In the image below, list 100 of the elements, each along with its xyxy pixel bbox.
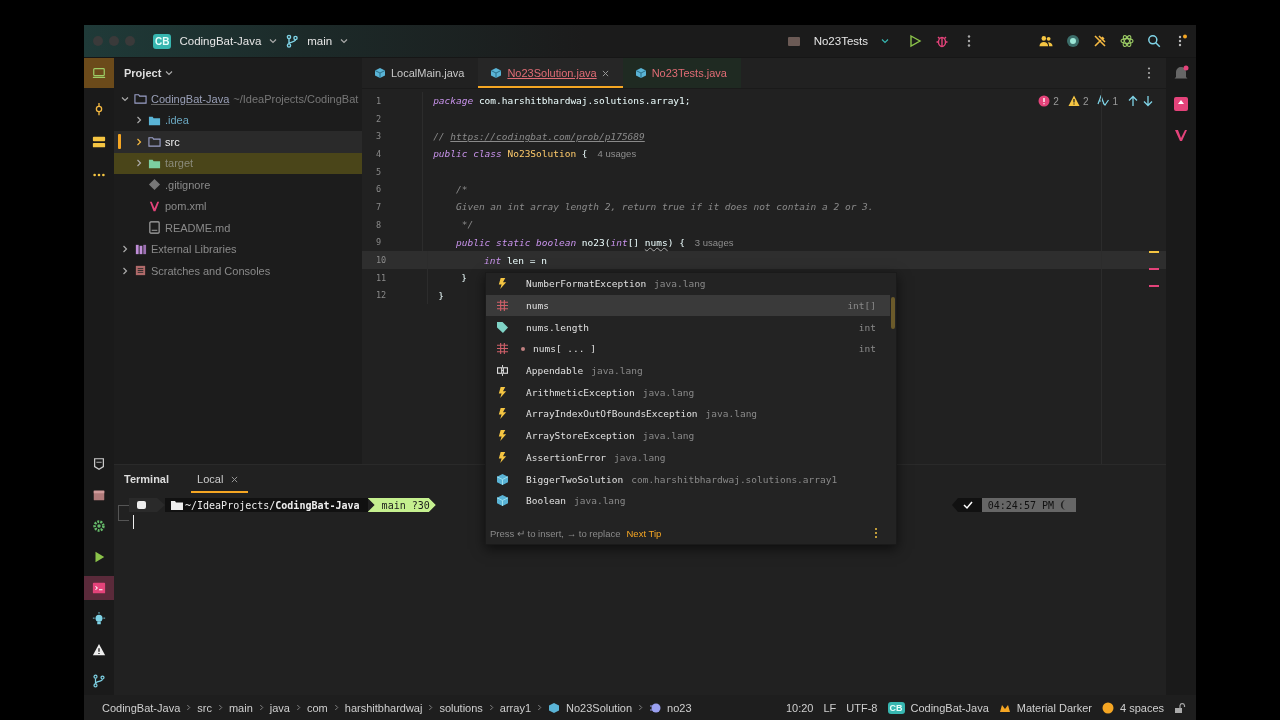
chevron-down-icon[interactable] bbox=[165, 70, 174, 76]
line-number: 1 bbox=[376, 95, 382, 106]
close-icon[interactable] bbox=[601, 69, 609, 77]
caret-position[interactable]: 10:20 bbox=[785, 701, 814, 714]
list-icon bbox=[134, 264, 147, 278]
debug-icon[interactable] bbox=[935, 34, 949, 48]
completion-item[interactable]: ArrayStoreException java.lang bbox=[486, 424, 890, 447]
line-number: 7 bbox=[376, 201, 382, 212]
typo-icon bbox=[1097, 95, 1110, 107]
close-icon[interactable] bbox=[231, 475, 239, 483]
code-line: public static boolean no23(int[] nums) { bbox=[455, 236, 685, 248]
git-file-icon bbox=[148, 178, 161, 192]
chevron-icon[interactable] bbox=[134, 158, 144, 169]
line-number: 5 bbox=[376, 166, 382, 177]
record-icon[interactable] bbox=[1066, 34, 1080, 48]
file-encoding[interactable]: UTF-8 bbox=[846, 701, 878, 714]
chevron-down-icon[interactable] bbox=[881, 38, 889, 44]
completion-item[interactable]: ArrayIndexOutOfBoundsException java.lang bbox=[486, 403, 890, 425]
terminal-tool-icon[interactable] bbox=[84, 576, 114, 600]
code-line: } bbox=[460, 272, 467, 284]
completion-item[interactable]: nums[ ... ] int bbox=[486, 338, 890, 360]
chevron-icon[interactable] bbox=[134, 136, 144, 147]
atom-icon[interactable] bbox=[1120, 34, 1134, 48]
chevron-down-icon[interactable] bbox=[340, 38, 349, 44]
usages-hint[interactable]: 3 usages bbox=[694, 236, 734, 248]
completion-item[interactable]: Appendable java.lang bbox=[486, 359, 890, 382]
people-icon[interactable] bbox=[1039, 34, 1053, 48]
code-line: Given an int array length 2, return true if it does not contain a 2 or 3. bbox=[455, 201, 874, 213]
breadcrumb[interactable]: CodingBat-Java bbox=[102, 701, 181, 714]
chevron-icon[interactable] bbox=[134, 115, 144, 126]
run-icon[interactable] bbox=[908, 34, 922, 48]
tree-item[interactable]: CodingBat-Java ~/IdeaProjects/CodingBat bbox=[114, 88, 362, 110]
indent-setting[interactable]: 4 spaces bbox=[1119, 701, 1164, 714]
up-arrow-icon[interactable] bbox=[1127, 95, 1139, 107]
v-logo-icon bbox=[148, 199, 161, 213]
text-cursor bbox=[133, 515, 134, 529]
variable-icon bbox=[497, 343, 508, 355]
line-number: 10 bbox=[376, 255, 387, 266]
down-arrow-icon[interactable] bbox=[1142, 95, 1154, 107]
tree-item[interactable]: .gitignore bbox=[114, 174, 362, 196]
breadcrumb[interactable]: no23 bbox=[667, 701, 692, 714]
project-tool-icon[interactable] bbox=[84, 58, 114, 88]
tree-item[interactable]: Scratches and Consoles bbox=[114, 260, 362, 282]
breadcrumb[interactable]: harshitbhardwaj bbox=[344, 701, 423, 714]
next-tip-link[interactable]: Next Tip bbox=[626, 527, 662, 539]
code-line: public class No23Solution { bbox=[433, 148, 588, 160]
breadcrumb[interactable]: java bbox=[269, 701, 290, 714]
tree-item[interactable]: .idea bbox=[114, 109, 362, 131]
breadcrumb[interactable]: No23Solution bbox=[566, 701, 633, 714]
breadcrumb[interactable]: src bbox=[197, 701, 212, 714]
search-icon[interactable] bbox=[1147, 34, 1161, 48]
typo-count: 1 bbox=[1112, 95, 1118, 107]
lock-icon[interactable] bbox=[1174, 701, 1186, 714]
chevron-icon[interactable] bbox=[120, 244, 130, 255]
completion-item[interactable]: AssertionError java.lang bbox=[486, 446, 890, 469]
plugin-icon[interactable] bbox=[1173, 96, 1189, 112]
breadcrumb[interactable]: solutions bbox=[439, 701, 483, 714]
file-tab[interactable]: No23Solution.java bbox=[478, 58, 623, 88]
line-number: 11 bbox=[376, 272, 387, 283]
project-view-selector[interactable]: Project bbox=[124, 67, 162, 79]
breadcrumb[interactable]: com bbox=[307, 701, 328, 714]
hammer-icon[interactable] bbox=[1093, 34, 1107, 48]
file-tab[interactable]: No23Tests.java bbox=[622, 58, 741, 88]
line-separator[interactable]: LF bbox=[823, 701, 837, 714]
status-dot-icon bbox=[1101, 701, 1114, 714]
project-name: Scratches and Consoles bbox=[151, 264, 271, 277]
usages-hint[interactable]: 4 usages bbox=[597, 148, 637, 160]
code-line: */ bbox=[460, 219, 474, 231]
tree-item[interactable]: README.md bbox=[114, 217, 362, 239]
tree-label: .idea bbox=[165, 114, 189, 127]
interface-icon bbox=[497, 365, 508, 377]
tree-item[interactable]: External Libraries bbox=[114, 238, 362, 260]
project-switcher[interactable]: CodingBat-Java bbox=[179, 35, 262, 47]
tree-item[interactable]: pom.xml bbox=[114, 195, 362, 217]
chevron-down-icon[interactable] bbox=[269, 38, 278, 44]
tag-icon bbox=[497, 321, 508, 333]
breadcrumb[interactable]: main bbox=[228, 701, 253, 714]
code-line: int len = n bbox=[483, 254, 547, 266]
file-tab[interactable]: LocalMain.java bbox=[362, 58, 479, 88]
completion-item[interactable]: nums int[] bbox=[486, 294, 890, 317]
chevron-icon[interactable] bbox=[120, 265, 130, 276]
completion-item[interactable]: Boolean java.lang bbox=[486, 489, 890, 512]
git-status: main ?30 bbox=[367, 498, 436, 512]
completion-item[interactable]: nums.length int bbox=[486, 316, 890, 339]
breadcrumb[interactable]: array1 bbox=[499, 701, 532, 714]
document-icon bbox=[148, 221, 161, 235]
tree-item[interactable]: src bbox=[114, 131, 362, 153]
notification-bell-icon[interactable] bbox=[1173, 65, 1189, 81]
line-number: 3 bbox=[376, 131, 382, 142]
theme-name[interactable]: Material Darker bbox=[1016, 701, 1092, 714]
completion-item[interactable]: ArithmeticException java.lang bbox=[486, 381, 890, 404]
terminal-tab[interactable]: Local bbox=[191, 465, 249, 493]
line-number: 6 bbox=[376, 184, 382, 195]
branch-switcher[interactable]: main bbox=[307, 35, 333, 47]
v-logo-icon[interactable] bbox=[1173, 127, 1189, 143]
run-config-selector[interactable]: No23Tests bbox=[813, 35, 868, 47]
completion-item[interactable]: BiggerTwoSolution com.harshitbhardwaj.solutions.array1 bbox=[486, 468, 890, 490]
project-name[interactable]: CodingBat-Java bbox=[910, 701, 989, 714]
chevron-right-icon bbox=[186, 704, 192, 711]
completion-item[interactable]: NumberFormatException java.lang bbox=[486, 273, 890, 295]
